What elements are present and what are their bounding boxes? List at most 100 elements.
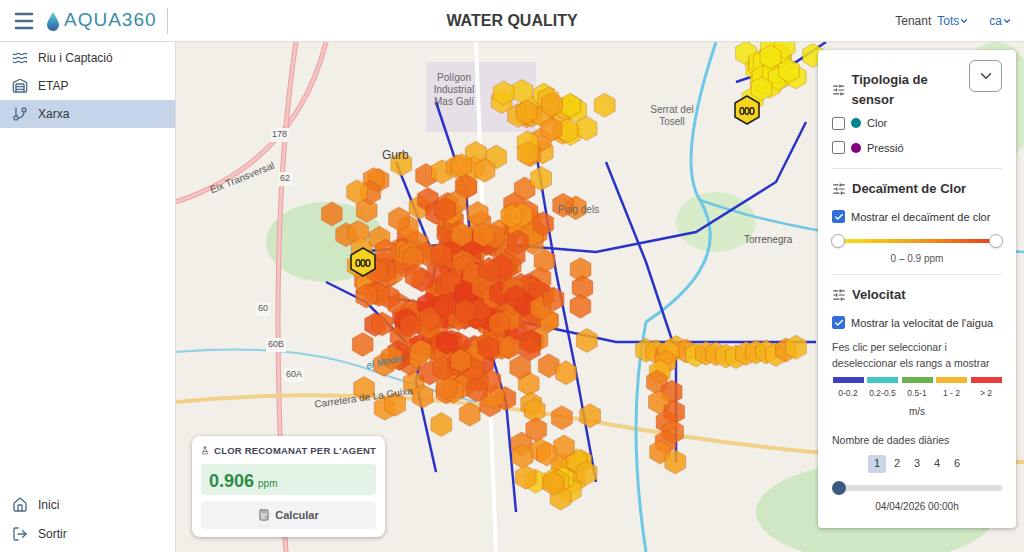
tenant-select[interactable]: Tots [937,12,969,30]
chlorine-hex[interactable] [431,413,452,437]
daily-data-option[interactable]: 3 [908,455,926,473]
chlorine-hex[interactable] [576,116,597,140]
sensor-option[interactable]: Pressió [832,140,1002,157]
chlorine-hex[interactable] [451,154,472,178]
sensor-option[interactable]: Clor [832,115,1002,132]
chlorine-hex[interactable] [541,117,562,141]
chlorine-hex[interactable] [665,450,686,474]
agent-card: CLOR RECOMANAT PER L'AGENT0.906ppmCalcul… [192,436,385,537]
sensor-color-dot [851,143,861,153]
velocity-checkbox-row[interactable]: Mostrar la velocitat de l'aigua [832,315,1002,332]
chlorine-hex[interactable] [474,158,495,182]
chlorine-hex[interactable] [520,337,541,361]
chlorine-hex[interactable] [786,335,807,359]
chlorine-hex[interactable] [437,331,458,355]
sensor-checkbox[interactable] [832,117,845,130]
velocity-range[interactable]: 0.2-0.5 [867,377,899,400]
chlorine-hex[interactable] [372,312,393,336]
chlorine-hex[interactable] [436,376,457,400]
decay-checkbox-row[interactable]: Mostrar el decaïment de clor [832,209,1002,226]
chlorine-hex[interactable] [542,92,563,116]
calculate-button[interactable]: Calcular [201,501,376,529]
sensor-icon[interactable] [734,95,760,125]
velocity-range[interactable]: 1 - 2 [936,377,968,400]
velocity-range[interactable]: 0.5-1 [901,377,933,400]
sensor-icon[interactable] [350,247,376,277]
sidebar-item[interactable]: Sortir [0,519,175,548]
daily-data-option[interactable]: 2 [888,455,906,473]
velocity-range[interactable]: 0-0.2 [832,377,864,400]
chlorine-hex[interactable] [594,93,615,117]
daily-data-option[interactable]: 4 [928,455,946,473]
chlorine-hex[interactable] [473,223,494,247]
decay-checkbox[interactable] [832,210,845,223]
language-select[interactable]: ca [989,12,1012,30]
chlorine-hex[interactable] [459,402,480,426]
chlorine-hex[interactable] [508,230,529,254]
sensor-checkbox[interactable] [832,141,845,154]
chlorine-hex[interactable] [489,311,510,335]
velocity-checkbox[interactable] [832,316,845,329]
chlorine-hex[interactable] [450,349,471,373]
chlorine-hex[interactable] [505,285,526,309]
chlorine-hex[interactable] [352,332,373,356]
chlorine-hex[interactable] [467,378,488,402]
chlorine-hex[interactable] [531,167,552,191]
chlorine-hex[interactable] [411,340,432,364]
daily-data-option[interactable]: 1 [868,455,886,473]
range-thumb[interactable] [989,234,1003,248]
chlorine-hex[interactable] [526,418,547,442]
chlorine-hex[interactable] [467,202,488,226]
collapse-button[interactable] [969,60,1002,92]
chlorine-hex[interactable] [543,287,564,311]
chlorine-hex[interactable] [580,404,601,428]
sidebar-item[interactable]: ETAP [0,72,175,100]
chlorine-hex[interactable] [533,212,554,236]
chlorine-hex[interactable] [400,313,421,337]
chlorine-hex[interactable] [779,59,800,83]
menu-button[interactable] [12,9,36,33]
chlorine-hex[interactable] [356,284,377,308]
chlorine-hex[interactable] [451,223,472,247]
daily-data-option[interactable]: 6 [948,455,966,473]
chlorine-hex[interactable] [534,249,555,273]
chlorine-hex[interactable] [552,406,573,430]
time-slider-thumb[interactable] [832,481,846,495]
chlorine-hex[interactable] [412,384,433,408]
chlorine-hex[interactable] [431,243,452,267]
logo: AQUA360 [46,8,168,34]
chlorine-hex[interactable] [517,141,538,165]
time-slider[interactable] [832,481,1002,495]
chlorine-hex[interactable] [501,204,522,228]
chlorine-hex[interactable] [347,180,368,204]
chlorine-hex[interactable] [450,349,471,373]
chlorine-hex[interactable] [543,471,564,495]
chlorine-hex[interactable] [405,264,426,288]
chlorine-hex[interactable] [499,335,520,359]
chlorine-hex[interactable] [435,294,456,318]
chlorine-hex[interactable] [322,202,343,226]
decay-range-slider[interactable] [838,233,996,249]
chlorine-hex[interactable] [576,461,597,485]
chlorine-hex[interactable] [516,100,537,124]
chlorine-hex[interactable] [435,197,456,221]
chlorine-hex[interactable] [512,444,533,468]
chlorine-hex[interactable] [554,435,575,459]
sidebar-item[interactable]: Inici [0,490,175,519]
chlorine-hex[interactable] [576,329,597,353]
chlorine-hex[interactable] [515,465,536,489]
chlorine-hex[interactable] [479,257,500,281]
velocity-range[interactable]: > 2 [970,377,1002,400]
chlorine-hex[interactable] [556,361,577,385]
chlorine-hex[interactable] [512,79,533,103]
sidebar-item[interactable]: Riu i Captació [0,44,175,72]
chlorine-hex[interactable] [456,299,477,323]
chlorine-hex[interactable] [751,77,772,101]
chlorine-hex[interactable] [479,336,500,360]
chlorine-hex[interactable] [760,45,781,69]
chlorine-hex[interactable] [570,294,591,318]
chlorine-hex[interactable] [389,207,410,231]
range-thumb[interactable] [831,234,845,248]
chlorine-hex[interactable] [493,81,514,105]
sidebar-item[interactable]: Xarxa [0,100,175,128]
